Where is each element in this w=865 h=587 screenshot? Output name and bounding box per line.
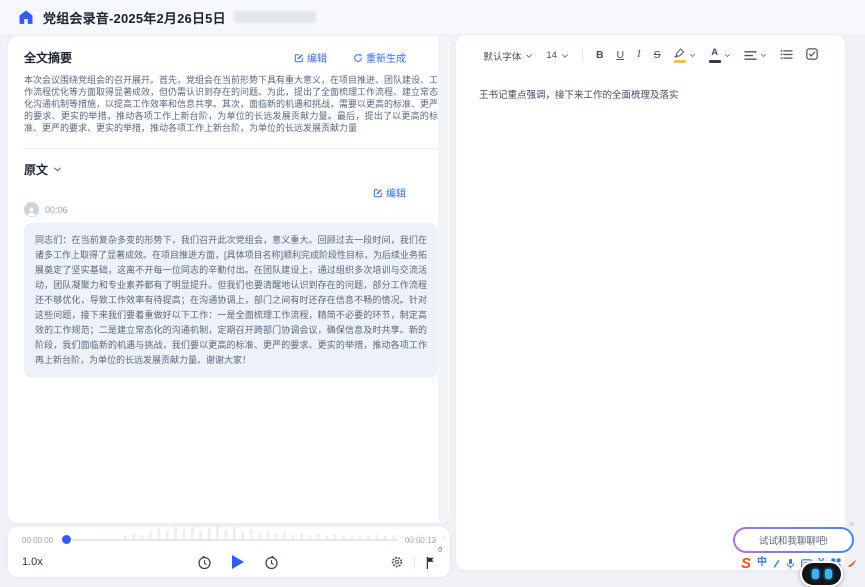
summary-heading: 全文摘要 bbox=[24, 49, 72, 66]
scrollbar-track[interactable] bbox=[438, 37, 449, 522]
home-icon[interactable] bbox=[18, 9, 34, 25]
robot-eye-icon bbox=[812, 569, 819, 579]
chevron-down-icon bbox=[689, 52, 696, 59]
checkbox-icon bbox=[806, 48, 818, 60]
toolbar-divider bbox=[582, 49, 583, 62]
strikethrough-button[interactable]: S bbox=[654, 50, 661, 61]
chevron-down-icon bbox=[561, 52, 569, 60]
text-color-bar bbox=[709, 60, 721, 63]
original-heading-row[interactable]: 原文 bbox=[24, 161, 434, 178]
title-redaction-blur bbox=[234, 11, 316, 23]
summary-regenerate-label: 重新生成 bbox=[366, 50, 406, 65]
progress-line bbox=[61, 539, 397, 541]
font-family-label: 默认字体 bbox=[483, 49, 521, 63]
alignment-dropdown[interactable] bbox=[744, 50, 767, 61]
font-size-label: 14 bbox=[546, 50, 557, 61]
segment-timestamp[interactable]: 00:06 bbox=[45, 205, 68, 215]
skin-brush-icon[interactable] bbox=[847, 558, 857, 568]
text-color-icon: A bbox=[709, 48, 721, 63]
list-button[interactable] bbox=[780, 49, 793, 63]
assistant-chat-bubble[interactable]: 试试和我聊聊吧! bbox=[733, 527, 854, 553]
text-color-letter: A bbox=[711, 48, 718, 58]
bold-button[interactable]: B bbox=[596, 50, 604, 61]
handwriting-icon[interactable] bbox=[773, 559, 780, 568]
summary-edit-label: 编辑 bbox=[307, 50, 327, 65]
ai-assistant-robot[interactable] bbox=[800, 561, 843, 587]
chevron-down-icon bbox=[525, 52, 533, 60]
player-right-controls: 0 bbox=[390, 555, 436, 569]
robot-eye-icon bbox=[825, 569, 832, 579]
progress-handle[interactable] bbox=[62, 535, 71, 544]
controls-row: 1.0x 0 bbox=[22, 553, 436, 571]
summary-regenerate-button[interactable]: 重新生成 bbox=[353, 50, 406, 65]
highlighter-icon bbox=[674, 48, 686, 63]
speaker-meta-row: 00:06 bbox=[24, 202, 434, 217]
skip-forward-icon[interactable] bbox=[264, 555, 279, 570]
playback-speed-button[interactable]: 1.0x bbox=[22, 556, 86, 568]
play-button[interactable] bbox=[232, 555, 244, 569]
summary-text: 本次会议围绕党组会的召开展开。首先，党组会在当前形势下具有重大意义，在项目推进、… bbox=[24, 74, 438, 134]
transport-controls bbox=[86, 555, 390, 570]
flag-marker-button[interactable]: 0 bbox=[425, 556, 436, 569]
transcript-panel: 全文摘要 编辑 重新生成 本次会议围绕党组会的召开展开。首先，党组会在当前形势下… bbox=[8, 36, 450, 523]
page-title: 党组会录音-2025年2月26日5日 bbox=[43, 8, 226, 27]
list-icon bbox=[780, 49, 793, 60]
editor-text-area[interactable]: 王书记重点强调，接下来工作的全面梳理及落实 bbox=[479, 88, 819, 104]
waveform bbox=[121, 525, 457, 539]
notes-editor-panel: 默认字体 14 B U I S A bbox=[456, 35, 845, 570]
underline-button[interactable]: U bbox=[617, 50, 625, 61]
font-family-dropdown[interactable]: 默认字体 bbox=[483, 49, 533, 63]
skip-back-icon[interactable] bbox=[197, 555, 212, 570]
vertical-divider bbox=[414, 556, 415, 569]
section-divider bbox=[22, 148, 440, 149]
chevron-down-icon bbox=[724, 52, 731, 59]
current-time: 00:00:00 bbox=[22, 536, 53, 545]
summary-header-row: 全文摘要 编辑 重新生成 bbox=[24, 49, 434, 66]
transcript-bubble: 同志们：在当前复杂多变的形势下，我们召开此次党组会，意义重大。回顾过去一段时间，… bbox=[24, 223, 438, 378]
highlight-color-bar bbox=[674, 60, 686, 63]
summary-edit-button[interactable]: 编辑 bbox=[294, 50, 327, 65]
align-left-icon bbox=[744, 50, 757, 61]
text-color-dropdown[interactable]: A bbox=[709, 48, 731, 63]
refresh-icon bbox=[353, 53, 363, 63]
transcript-edit-label: 编辑 bbox=[386, 185, 406, 200]
progress-row: 00:00:00 00:00:13 bbox=[8, 533, 450, 547]
highlight-color-dropdown[interactable] bbox=[674, 48, 696, 63]
edit-icon bbox=[294, 53, 304, 63]
chevron-down-icon bbox=[53, 165, 62, 174]
original-heading: 原文 bbox=[24, 161, 48, 178]
app-header: 党组会录音-2025年2月26日5日 bbox=[0, 0, 865, 34]
summary-actions: 编辑 重新生成 bbox=[294, 50, 406, 65]
input-mode-icon[interactable]: 中 bbox=[757, 558, 767, 568]
person-icon bbox=[26, 206, 37, 217]
chevron-down-icon bbox=[760, 52, 767, 59]
editor-toolbar: 默认字体 14 B U I S A bbox=[456, 35, 845, 63]
close-icon[interactable]: × bbox=[849, 519, 854, 529]
settings-gear-icon[interactable] bbox=[390, 555, 404, 569]
audio-player: 00:00:00 00:00:13 1.0x bbox=[8, 527, 450, 577]
flag-icon bbox=[425, 556, 436, 569]
sogou-logo[interactable]: S bbox=[741, 556, 751, 571]
transcript-edit-row: 编辑 bbox=[24, 185, 406, 200]
speaker-avatar bbox=[24, 202, 39, 217]
progress-track[interactable] bbox=[61, 533, 397, 547]
checkbox-button[interactable] bbox=[806, 48, 818, 63]
italic-button[interactable]: I bbox=[637, 50, 641, 61]
transcript-edit-button[interactable]: 编辑 bbox=[373, 185, 406, 200]
edit-icon bbox=[373, 188, 383, 198]
font-size-dropdown[interactable]: 14 bbox=[546, 50, 569, 61]
mic-icon[interactable] bbox=[786, 557, 795, 570]
